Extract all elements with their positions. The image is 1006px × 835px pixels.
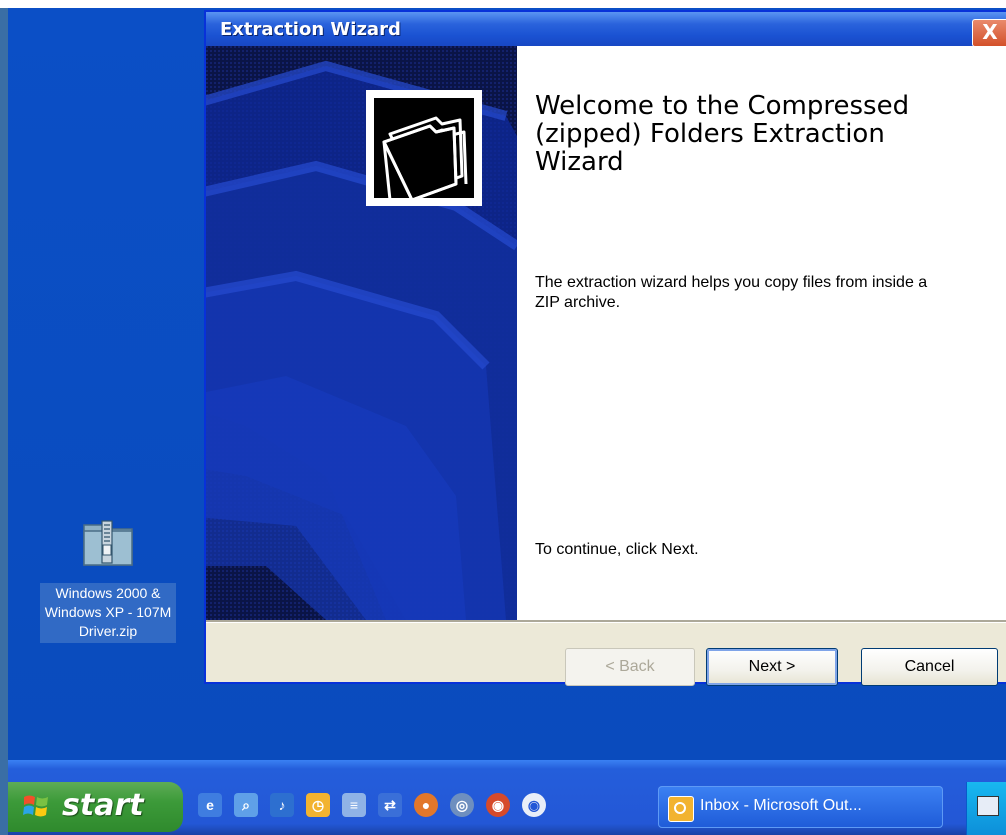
back-button[interactable]: < Back xyxy=(565,648,695,686)
cancel-button[interactable]: Cancel xyxy=(861,648,998,686)
next-button[interactable]: Next > xyxy=(706,648,838,686)
media-icon[interactable]: ♪ xyxy=(270,793,294,817)
continue-instruction: To continue, click Next. xyxy=(535,541,699,558)
button-divider xyxy=(206,620,1006,623)
start-button[interactable]: start xyxy=(8,782,183,832)
title-bar[interactable]: Extraction Wizard xyxy=(206,12,1006,46)
wizard-description: The extraction wizard helps you copy fil… xyxy=(535,274,928,311)
wizard-heading: Welcome to the Compressed (zipped) Folde… xyxy=(535,91,910,177)
extraction-wizard-window: Extraction Wizard X Welcome to the Compr… xyxy=(206,12,1006,686)
transfer-icon[interactable]: ⇄ xyxy=(378,793,402,817)
taskbar: start e ⌕ ♪ ◷ ≡ ⇄ ● ◎ ◉ ◉ Inbox - Micros… xyxy=(8,760,1006,835)
top-border xyxy=(0,0,1006,8)
taskbar-item-inbox[interactable]: Inbox - Microsoft Out... xyxy=(658,786,943,828)
desktop-icon-label: Windows 2000 & Windows XP - 107M Driver.… xyxy=(40,583,176,643)
tray-icon[interactable] xyxy=(977,796,999,816)
wizard-banner xyxy=(206,46,517,620)
start-label: start xyxy=(62,788,144,823)
outlook-icon[interactable]: ◷ xyxy=(306,793,330,817)
zip-folder-icon xyxy=(83,520,133,566)
system-tray xyxy=(966,782,1006,835)
taskbar-item-label: Inbox - Microsoft Out... xyxy=(700,797,862,814)
ie-icon[interactable]: e xyxy=(198,793,222,817)
firefox-icon[interactable]: ● xyxy=(414,793,438,817)
windows-flag-icon xyxy=(23,795,48,817)
screen: Windows 2000 & Windows XP - 107M Driver.… xyxy=(0,0,1006,835)
disc-icon[interactable]: ◉ xyxy=(522,793,546,817)
network-icon[interactable]: ◎ xyxy=(450,793,474,817)
folder-watermark xyxy=(206,46,517,620)
outlook-icon xyxy=(668,796,694,822)
media-player-icon[interactable]: ◉ xyxy=(486,793,510,817)
search-icon[interactable]: ⌕ xyxy=(234,793,258,817)
window-title: Extraction Wizard xyxy=(220,19,401,40)
wizard-content: Welcome to the Compressed (zipped) Folde… xyxy=(517,46,1006,620)
close-button[interactable]: X xyxy=(972,19,1006,47)
notepad-icon[interactable]: ≡ xyxy=(342,793,366,817)
